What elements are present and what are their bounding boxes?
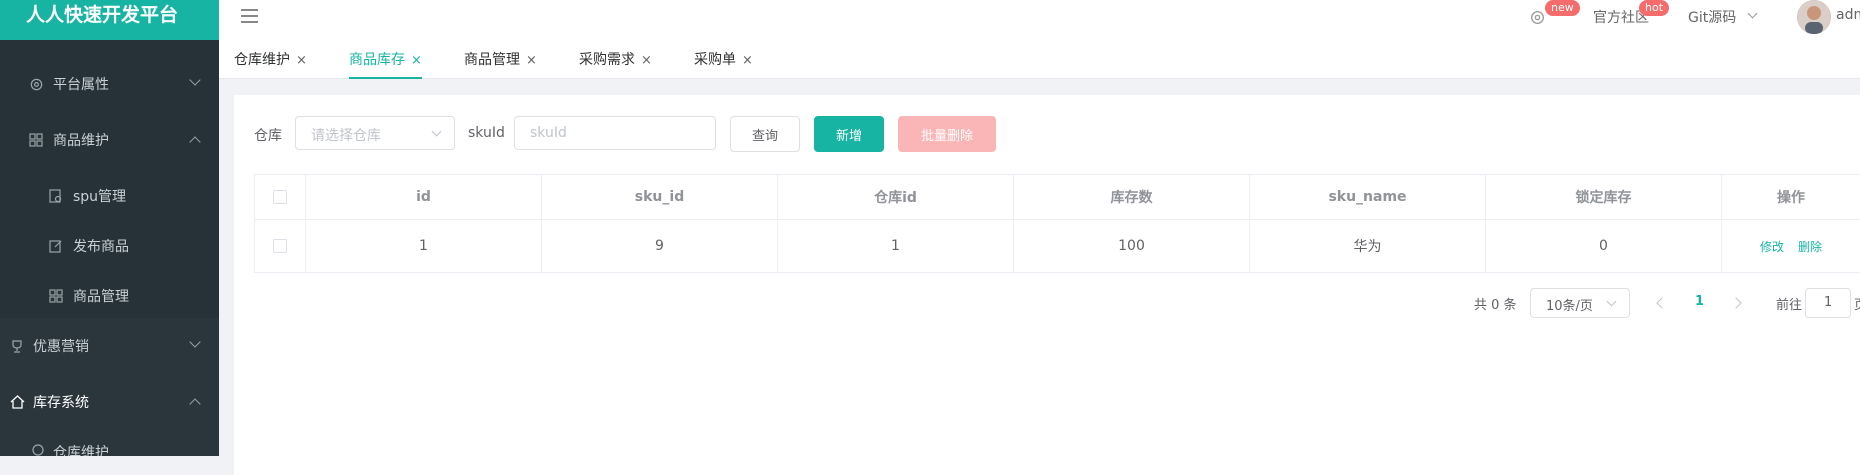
select-all-cell	[255, 175, 306, 219]
chevron-up-icon	[189, 398, 201, 410]
tab-label: 采购需求	[579, 52, 635, 68]
column-header[interactable]: 仓库id	[778, 175, 1014, 219]
hot-badge: hot	[1639, 0, 1670, 16]
app-title: 人人快速开发平台	[0, 0, 219, 40]
sidebar-item-label: 商品维护	[53, 133, 109, 149]
tab-product-stock[interactable]: 商品库存 ×	[349, 49, 422, 79]
tab-label: 商品库存	[349, 52, 405, 68]
sidebar: 人人快速开发平台 平台属性 商品维护 spu管理 发布商品 商品管理 优惠营销 …	[0, 0, 219, 456]
chevron-down-icon	[1747, 8, 1758, 19]
home-icon	[9, 394, 25, 410]
current-page[interactable]: 1	[1695, 294, 1704, 309]
tab-label: 采购单	[694, 52, 736, 68]
column-header: 操作	[1722, 175, 1860, 219]
table-cell: 1	[306, 220, 542, 272]
warehouse-select[interactable]: 请选择仓库	[295, 116, 455, 150]
settings-icon[interactable]	[1529, 9, 1546, 30]
page-size-value: 10条/页	[1546, 299, 1593, 314]
table-cell: 华为	[1250, 220, 1486, 272]
warehouse-placeholder: 请选择仓库	[311, 128, 381, 144]
sidebar-item-label: 优惠营销	[33, 339, 89, 355]
grid-icon	[28, 132, 44, 148]
page-size-select[interactable]: 10条/页	[1530, 288, 1630, 318]
goto-page-value: 1	[1824, 295, 1833, 310]
chevron-down-icon	[189, 336, 201, 348]
skuid-label: skuId	[468, 125, 505, 141]
table-cell: 1	[778, 220, 1014, 272]
gear-icon	[28, 76, 44, 92]
sidebar-item-spu[interactable]: spu管理	[0, 168, 219, 224]
skuid-input[interactable]: skuId	[514, 116, 716, 150]
sidebar-item-label: spu管理	[73, 189, 127, 205]
close-icon[interactable]: ×	[411, 53, 422, 68]
menu-toggle-icon[interactable]	[241, 9, 258, 23]
column-header[interactable]: id	[306, 175, 542, 219]
grid-icon	[48, 288, 64, 304]
select-all-checkbox[interactable]	[273, 190, 287, 204]
tab-label: 仓库维护	[234, 52, 290, 68]
tab-warehouse[interactable]: 仓库维护 ×	[234, 49, 307, 77]
stock-table: id sku_id 仓库id 库存数 sku_name 锁定库存 操作 1 9 …	[254, 174, 1860, 273]
row-select-cell	[255, 220, 306, 272]
actions-cell: 修改 删除	[1722, 220, 1860, 272]
goto-page-input[interactable]: 1	[1805, 288, 1851, 318]
table-cell: 9	[542, 220, 778, 272]
chevron-up-icon	[189, 136, 201, 148]
batch-delete-button[interactable]: 批量删除	[898, 116, 996, 152]
page-suffix: 页	[1854, 294, 1860, 313]
content-panel	[234, 95, 1860, 475]
table-row: 1 9 1 100 华为 0 修改 删除	[255, 220, 1860, 273]
sidebar-item-marketing[interactable]: 优惠营销	[0, 318, 219, 374]
pagination-total: 共 0 条	[1474, 298, 1517, 313]
tab-purchase-demand[interactable]: 采购需求 ×	[579, 49, 652, 77]
row-checkbox[interactable]	[273, 239, 287, 253]
skuid-placeholder: skuId	[530, 125, 567, 141]
sidebar-item-publish-product[interactable]: 发布商品	[0, 218, 219, 274]
avatar[interactable]	[1797, 0, 1831, 34]
tab-bar: 仓库维护 × 商品库存 × 商品管理 × 采购需求 × 采购单 ×	[219, 40, 1860, 79]
sidebar-item-label: 发布商品	[73, 239, 129, 255]
edit-link[interactable]: 修改	[1760, 238, 1784, 255]
edit-icon	[48, 238, 64, 254]
topbar: new 官方社区 hot Git源码 adm	[219, 0, 1860, 40]
close-icon[interactable]: ×	[641, 53, 652, 68]
sidebar-item-inventory[interactable]: 库存系统	[0, 374, 219, 430]
chevron-down-icon	[431, 126, 442, 137]
column-header[interactable]: 库存数	[1014, 175, 1250, 219]
query-button[interactable]: 查询	[730, 116, 800, 152]
new-badge: new	[1545, 0, 1580, 16]
close-icon[interactable]: ×	[742, 53, 753, 68]
sidebar-item-product-maintenance[interactable]: 商品维护	[0, 112, 219, 168]
chevron-down-icon	[1606, 296, 1617, 307]
document-search-icon	[48, 188, 64, 204]
trophy-icon	[9, 338, 25, 354]
close-icon[interactable]: ×	[296, 53, 307, 68]
table-cell: 100	[1014, 220, 1250, 272]
add-button[interactable]: 新增	[814, 116, 884, 152]
username[interactable]: adm	[1836, 7, 1860, 23]
sidebar-item-label: 商品管理	[73, 289, 129, 305]
sidebar-item-platform-attrs[interactable]: 平台属性	[0, 56, 219, 112]
close-icon[interactable]: ×	[526, 53, 537, 68]
delete-link[interactable]: 删除	[1798, 238, 1822, 255]
sidebar-item-label: 平台属性	[53, 77, 109, 93]
sidebar-item-label: 库存系统	[33, 395, 89, 411]
warehouse-label: 仓库	[254, 128, 282, 144]
column-header[interactable]: 锁定库存	[1486, 175, 1722, 219]
sidebar-item-product-management[interactable]: 商品管理	[0, 268, 219, 324]
tab-product-management[interactable]: 商品管理 ×	[464, 49, 537, 77]
chevron-down-icon	[189, 74, 201, 86]
tab-purchase-order[interactable]: 采购单 ×	[694, 49, 753, 77]
sidebar-item-label: 仓库维护	[53, 445, 109, 456]
column-header[interactable]: sku_id	[542, 175, 778, 219]
sidebar-item-warehouse[interactable]: 仓库维护	[0, 430, 219, 456]
goto-label: 前往	[1776, 298, 1803, 313]
tab-label: 商品管理	[464, 52, 520, 68]
table-cell: 0	[1486, 220, 1722, 272]
warehouse-icon	[30, 442, 46, 456]
table-header-row: id sku_id 仓库id 库存数 sku_name 锁定库存 操作	[255, 175, 1860, 220]
git-source-link[interactable]: Git源码	[1688, 7, 1736, 27]
column-header[interactable]: sku_name	[1250, 175, 1486, 219]
